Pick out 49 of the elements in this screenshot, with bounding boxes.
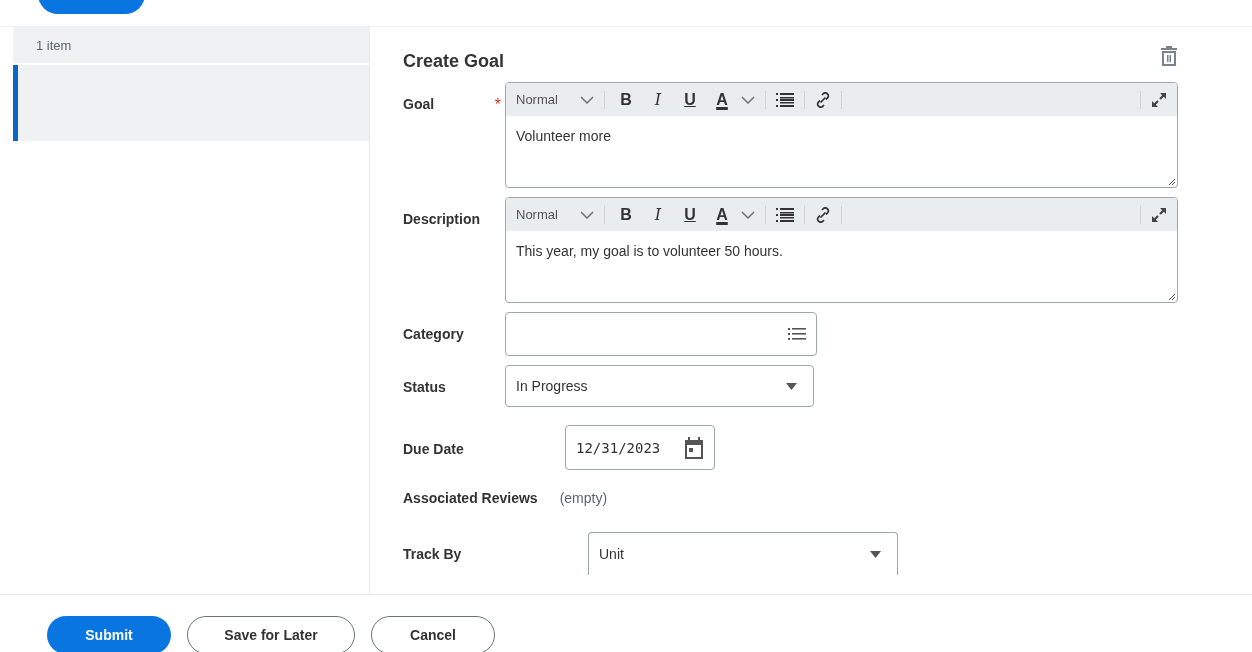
format-tool[interactable]: B	[615, 90, 637, 109]
trash-icon[interactable]	[1160, 45, 1178, 67]
expand-icon[interactable]	[1151, 91, 1167, 108]
format-tool[interactable]: I	[647, 205, 669, 224]
category-field[interactable]	[505, 312, 817, 356]
list-icon[interactable]	[776, 92, 794, 107]
format-dropdown[interactable]: Normal	[516, 207, 572, 222]
chevron-icon[interactable]	[741, 95, 755, 104]
action-button[interactable]: Save for Later	[187, 616, 355, 652]
field-label: Associated Reviews	[403, 490, 538, 506]
chevron-icon[interactable]	[580, 95, 594, 104]
format-tool[interactable]: A	[711, 205, 733, 224]
chevron-icon[interactable]	[741, 210, 755, 219]
format-tool[interactable]: A	[711, 90, 733, 109]
list-icon[interactable]	[788, 327, 806, 341]
select-field[interactable]: In Progress	[505, 365, 814, 407]
chevron-icon[interactable]	[580, 210, 594, 219]
format-tool[interactable]: U	[679, 90, 701, 109]
format-tool[interactable]: U	[679, 205, 701, 224]
field-value: (empty)	[559, 490, 608, 506]
dropdown-arrow-icon	[786, 382, 797, 390]
submit-button[interactable]: Submit	[47, 616, 171, 652]
format-dropdown[interactable]: Normal	[516, 92, 572, 107]
editor-text: This year, my goal is to volunteer 50 hours.	[516, 243, 783, 259]
link-icon[interactable]	[815, 91, 831, 108]
link-icon[interactable]	[815, 206, 831, 223]
field-label: Goal	[403, 96, 435, 114]
rich-text-editor[interactable]: Normal B I U A This year, my goal is to volunteer 50 hours.	[505, 197, 1178, 303]
required-mark: *	[494, 96, 501, 114]
expand-icon[interactable]	[1151, 206, 1167, 223]
editor-text: Volunteer more	[516, 128, 611, 144]
field-label: Due Date	[403, 441, 464, 457]
item-count: 1 item	[36, 37, 72, 53]
select-field[interactable]: Unit	[588, 532, 898, 575]
rich-text-editor[interactable]: Normal B I U A Volunteer more	[505, 82, 1178, 188]
field-label: Status	[403, 379, 446, 395]
resize-handle-icon[interactable]	[1168, 293, 1176, 301]
field-label: Track By	[403, 546, 462, 562]
date-field[interactable]: 12/31/2023	[565, 425, 715, 470]
list-icon[interactable]	[776, 207, 794, 222]
action-button[interactable]: Cancel	[371, 616, 495, 652]
dropdown-arrow-icon	[870, 550, 881, 558]
format-tool[interactable]: B	[615, 205, 637, 224]
field-label: Category	[403, 326, 464, 342]
format-tool[interactable]: I	[647, 90, 669, 109]
resize-handle-icon[interactable]	[1168, 178, 1176, 186]
form-title: Create Goal	[403, 51, 505, 72]
calendar-icon[interactable]	[684, 436, 704, 459]
field-label: Description	[403, 211, 480, 227]
